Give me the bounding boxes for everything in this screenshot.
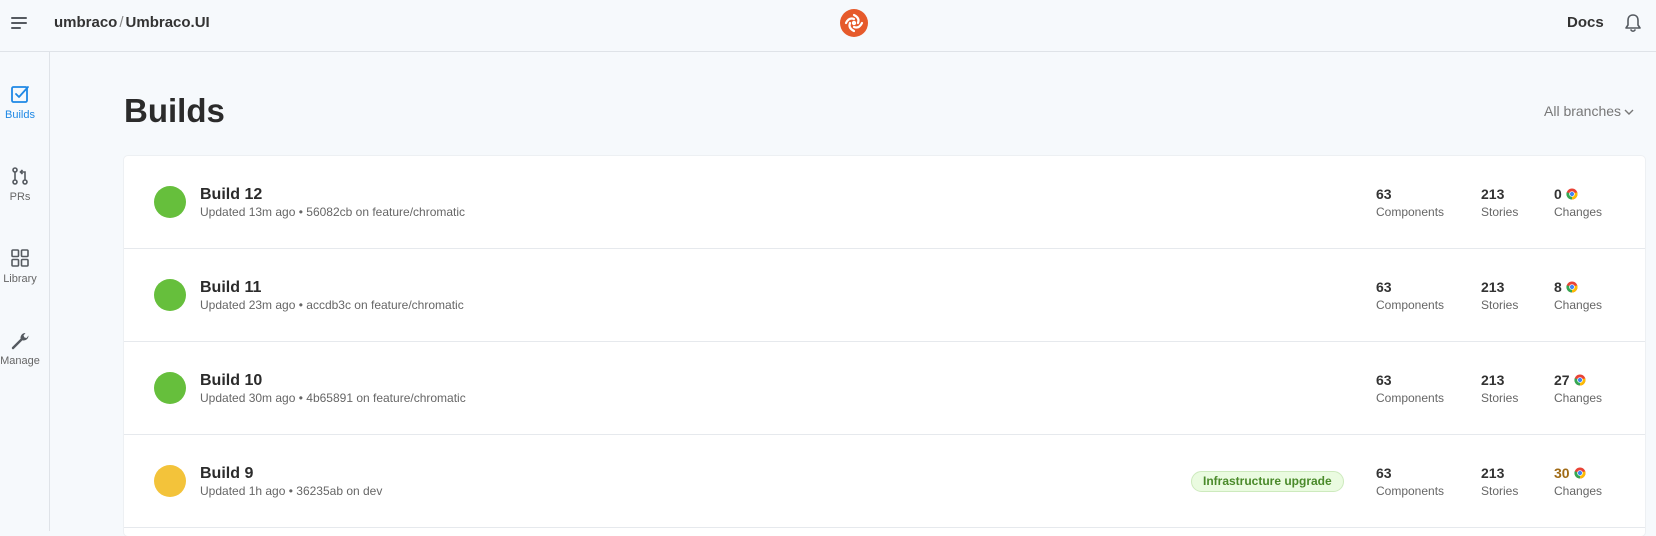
changes-count: 27 (1554, 372, 1570, 388)
components-count: 63 (1376, 186, 1392, 202)
components-label: Components (1376, 484, 1445, 498)
chrome-icon (1566, 188, 1578, 200)
stories-stat: 213 Stories (1481, 372, 1518, 405)
stories-label: Stories (1481, 298, 1519, 312)
changes-stat: 27 Changes (1554, 372, 1602, 405)
branch-filter-label: All branches (1544, 103, 1622, 119)
breadcrumb: umbraco / Umbraco.UI (54, 14, 210, 31)
changes-label: Changes (1554, 391, 1603, 405)
sidebar-item-prs[interactable]: PRs (0, 166, 40, 203)
changes-stat: 0 Changes (1554, 186, 1602, 219)
build-meta: Updated 23m ago • accdb3c on feature/chr… (200, 298, 464, 312)
page-title: Builds (124, 92, 225, 129)
components-label: Components (1376, 298, 1445, 312)
components-stat: 63 Components (1376, 372, 1444, 405)
build-row[interactable]: Build 12 Updated 13m ago • 56082cb on fe… (124, 156, 1645, 249)
components-stat: 63 Components (1376, 279, 1444, 312)
status-indicator (154, 372, 186, 404)
build-meta: Updated 13m ago • 56082cb on feature/chr… (200, 205, 466, 219)
top-bar: umbraco / Umbraco.UI Docs (0, 0, 1656, 52)
build-tag[interactable]: Infrastructure upgrade (1191, 471, 1344, 492)
changes-count: 8 (1554, 279, 1562, 295)
sidebar-item-label: Manage (0, 355, 40, 367)
changes-cell: 0 (1554, 186, 1602, 202)
wrench-icon (11, 333, 29, 350)
changes-stat: 30 Changes (1554, 465, 1602, 498)
checkbox-icon (11, 86, 29, 103)
stories-stat: 213 Stories (1481, 186, 1518, 219)
chrome-icon (1566, 281, 1578, 293)
umbraco-logo-icon[interactable] (840, 9, 868, 37)
components-stat: 63 Components (1376, 186, 1444, 219)
build-row[interactable]: Build 11 Updated 23m ago • accdb3c on fe… (124, 249, 1645, 342)
changes-label: Changes (1554, 205, 1603, 219)
changes-stat: 8 Changes (1554, 279, 1602, 312)
stories-label: Stories (1481, 391, 1519, 405)
chrome-icon (1573, 374, 1586, 386)
sidebar-item-label: Builds (5, 109, 35, 121)
bell-icon[interactable] (1624, 13, 1642, 33)
build-meta: Updated 1h ago • 36235ab on dev (200, 484, 383, 498)
sidebar-item-library[interactable]: Library (0, 248, 40, 285)
components-count: 63 (1376, 372, 1392, 388)
stories-stat: 213 Stories (1481, 465, 1518, 498)
breadcrumb-separator: / (119, 14, 124, 31)
build-title[interactable]: Build 10 (200, 372, 262, 390)
build-row[interactable]: Build 9 Updated 1h ago • 36235ab on dev … (124, 435, 1645, 528)
branch-filter-dropdown[interactable]: All branches (1544, 103, 1634, 119)
sidebar-item-manage[interactable]: Manage (0, 330, 40, 367)
sidebar-item-label: PRs (9, 191, 31, 203)
stories-count: 213 (1481, 465, 1505, 481)
status-indicator (154, 279, 186, 311)
build-title[interactable]: Build 11 (200, 279, 261, 297)
breadcrumb-org[interactable]: umbraco (54, 14, 117, 31)
chrome-icon (1573, 467, 1586, 479)
chevron-down-icon (1624, 109, 1634, 116)
status-indicator (154, 465, 186, 497)
breadcrumb-project[interactable]: Umbraco.UI (126, 14, 210, 31)
status-indicator (154, 186, 186, 218)
build-title[interactable]: Build 12 (200, 186, 262, 204)
stories-count: 213 (1481, 372, 1505, 388)
components-label: Components (1376, 205, 1445, 219)
build-meta: Updated 30m ago • 4b65891 on feature/chr… (200, 391, 466, 405)
changes-cell: 8 (1554, 279, 1602, 295)
components-stat: 63 Components (1376, 465, 1444, 498)
stories-label: Stories (1481, 484, 1519, 498)
menu-icon[interactable] (11, 15, 29, 31)
components-count: 63 (1376, 279, 1392, 295)
build-title[interactable]: Build 9 (200, 465, 253, 483)
stories-count: 213 (1481, 279, 1505, 295)
build-row[interactable]: Build 10 Updated 30m ago • 4b65891 on fe… (124, 342, 1645, 435)
changes-label: Changes (1554, 484, 1603, 498)
stories-count: 213 (1481, 186, 1505, 202)
components-label: Components (1376, 391, 1445, 405)
stories-stat: 213 Stories (1481, 279, 1518, 312)
changes-label: Changes (1554, 298, 1603, 312)
side-nav: Builds PRs Library Manage (0, 52, 50, 531)
changes-cell: 27 (1554, 372, 1602, 388)
grid-icon (11, 249, 29, 267)
changes-count: 30 (1554, 465, 1570, 481)
docs-link[interactable]: Docs (1567, 14, 1604, 31)
changes-cell: 30 (1554, 465, 1602, 481)
changes-count: 0 (1554, 186, 1562, 202)
components-count: 63 (1376, 465, 1392, 481)
stories-label: Stories (1481, 205, 1519, 219)
pull-request-icon (12, 167, 28, 185)
builds-list: Build 12 Updated 13m ago • 56082cb on fe… (124, 156, 1645, 536)
sidebar-item-label: Library (3, 273, 37, 285)
sidebar-item-builds[interactable]: Builds (0, 84, 40, 121)
